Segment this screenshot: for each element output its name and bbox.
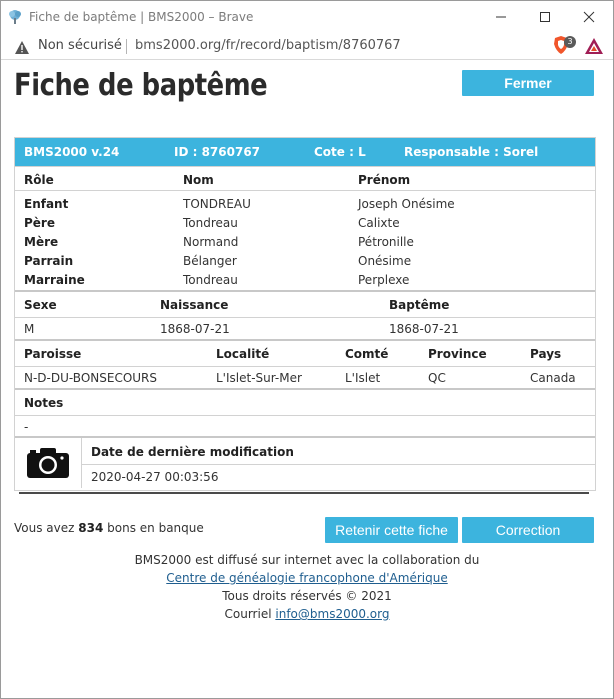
address-bar[interactable]: Non sécurisé bms2000.org/fr/record/bapti… [1,33,613,60]
person-prenom: Onésime [358,254,412,268]
person-prenom: Pétronille [358,235,414,249]
bons-prefix: Vous avez [14,521,75,535]
bons-text: Vous avez 834 bons en banque [14,521,204,535]
security-label[interactable]: Non sécurisé [38,38,122,53]
person-nom: Bélanger [183,254,237,268]
person-nom: Tondreau [183,273,238,287]
record-id: ID : 8760767 [174,145,261,159]
column-header-nom: Nom [183,173,214,187]
naissance-value: 1868-07-21 [160,322,230,336]
address-separator [126,39,127,54]
person-prenom: Calixte [358,216,400,230]
footer-email-row: Courriel info@bms2000.org [1,607,613,621]
person-nom: TONDREAU [183,197,251,211]
column-header-prenom: Prénom [358,173,411,187]
role-label: Mère [24,235,59,249]
sexe-value: M [24,322,35,336]
bons-suffix: bons en banque [107,521,204,535]
modification-value: 2020-04-27 00:03:56 [91,470,219,484]
person-nom: Tondreau [183,216,238,230]
section-divider [19,492,589,494]
footer-collaboration: BMS2000 est diffusé sur internet avec la… [134,553,480,567]
column-header-role: Rôle [24,173,54,187]
role-label: Père [24,216,55,230]
column-header-localite: Localité [216,347,270,361]
url-text[interactable]: bms2000.org/fr/record/baptism/8760767 [135,38,401,53]
window-title: Fiche de baptême | BMS2000 – Brave [29,10,254,24]
correction-button[interactable]: Correction [462,517,594,543]
localite-value: L'Islet-Sur-Mer [216,371,302,385]
person-prenom: Joseph Onésime [358,197,455,211]
column-header-paroisse: Paroisse [24,347,82,361]
record-card: BMS2000 v.24 ID : 8760767 Cote : L Respo… [14,137,596,491]
tree-icon [7,9,23,25]
title-bar: Fiche de baptême | BMS2000 – Brave [1,1,613,33]
column-header-province: Province [428,347,487,361]
bapteme-value: 1868-07-21 [389,322,459,336]
record-responsable: Responsable : Sorel [404,145,539,159]
cgfa-link[interactable]: Centre de généalogie francophone d'Améri… [166,571,447,585]
column-header-sexe: Sexe [24,298,57,312]
column-header-pays: Pays [530,347,562,361]
notes-label: Notes [24,396,64,410]
notes-value: - [24,420,29,434]
person-prenom: Perplexe [358,273,410,287]
camera-icon[interactable] [27,448,69,482]
record-cote: Cote : L [314,145,366,159]
close-record-button[interactable]: Fermer [462,70,594,96]
person-nom: Normand [183,235,239,249]
modification-label: Date de dernière modification [91,445,294,459]
page-title: Fiche de baptême [14,68,268,103]
column-header-naissance: Naissance [160,298,229,312]
paroisse-value: N-D-DU-BONSECOURS [24,371,158,385]
column-header-bapteme: Baptême [389,298,450,312]
comte-value: L'Islet [345,371,381,385]
role-label: Enfant [24,197,69,211]
email-link[interactable]: info@bms2000.org [275,607,389,621]
province-value: QC [428,371,446,385]
pays-value: Canada [530,371,576,385]
footer-link-row: Centre de généalogie francophone d'Améri… [1,571,613,585]
retain-record-button[interactable]: Retenir cette fiche [325,517,458,543]
email-prefix: Courriel [224,607,272,621]
role-label: Marraine [24,273,85,287]
photo-box[interactable] [15,438,82,488]
minimize-button[interactable] [479,5,523,29]
record-header: BMS2000 v.24 ID : 8760767 Cote : L Respo… [15,138,595,166]
footer-rights: Tous droits réservés © 2021 [222,589,392,603]
role-label: Parrain [24,254,74,268]
close-window-button[interactable] [567,5,611,29]
shield-count-badge: 3 [564,36,576,48]
browser-window: Fiche de baptême | BMS2000 – Brave Non s… [0,0,614,699]
rewards-triangle-icon[interactable] [585,38,603,58]
maximize-button[interactable] [523,5,567,29]
bons-count: 834 [78,521,104,535]
warning-icon[interactable] [15,39,29,58]
column-header-comte: Comté [345,347,389,361]
version-label: BMS2000 v.24 [24,145,120,159]
